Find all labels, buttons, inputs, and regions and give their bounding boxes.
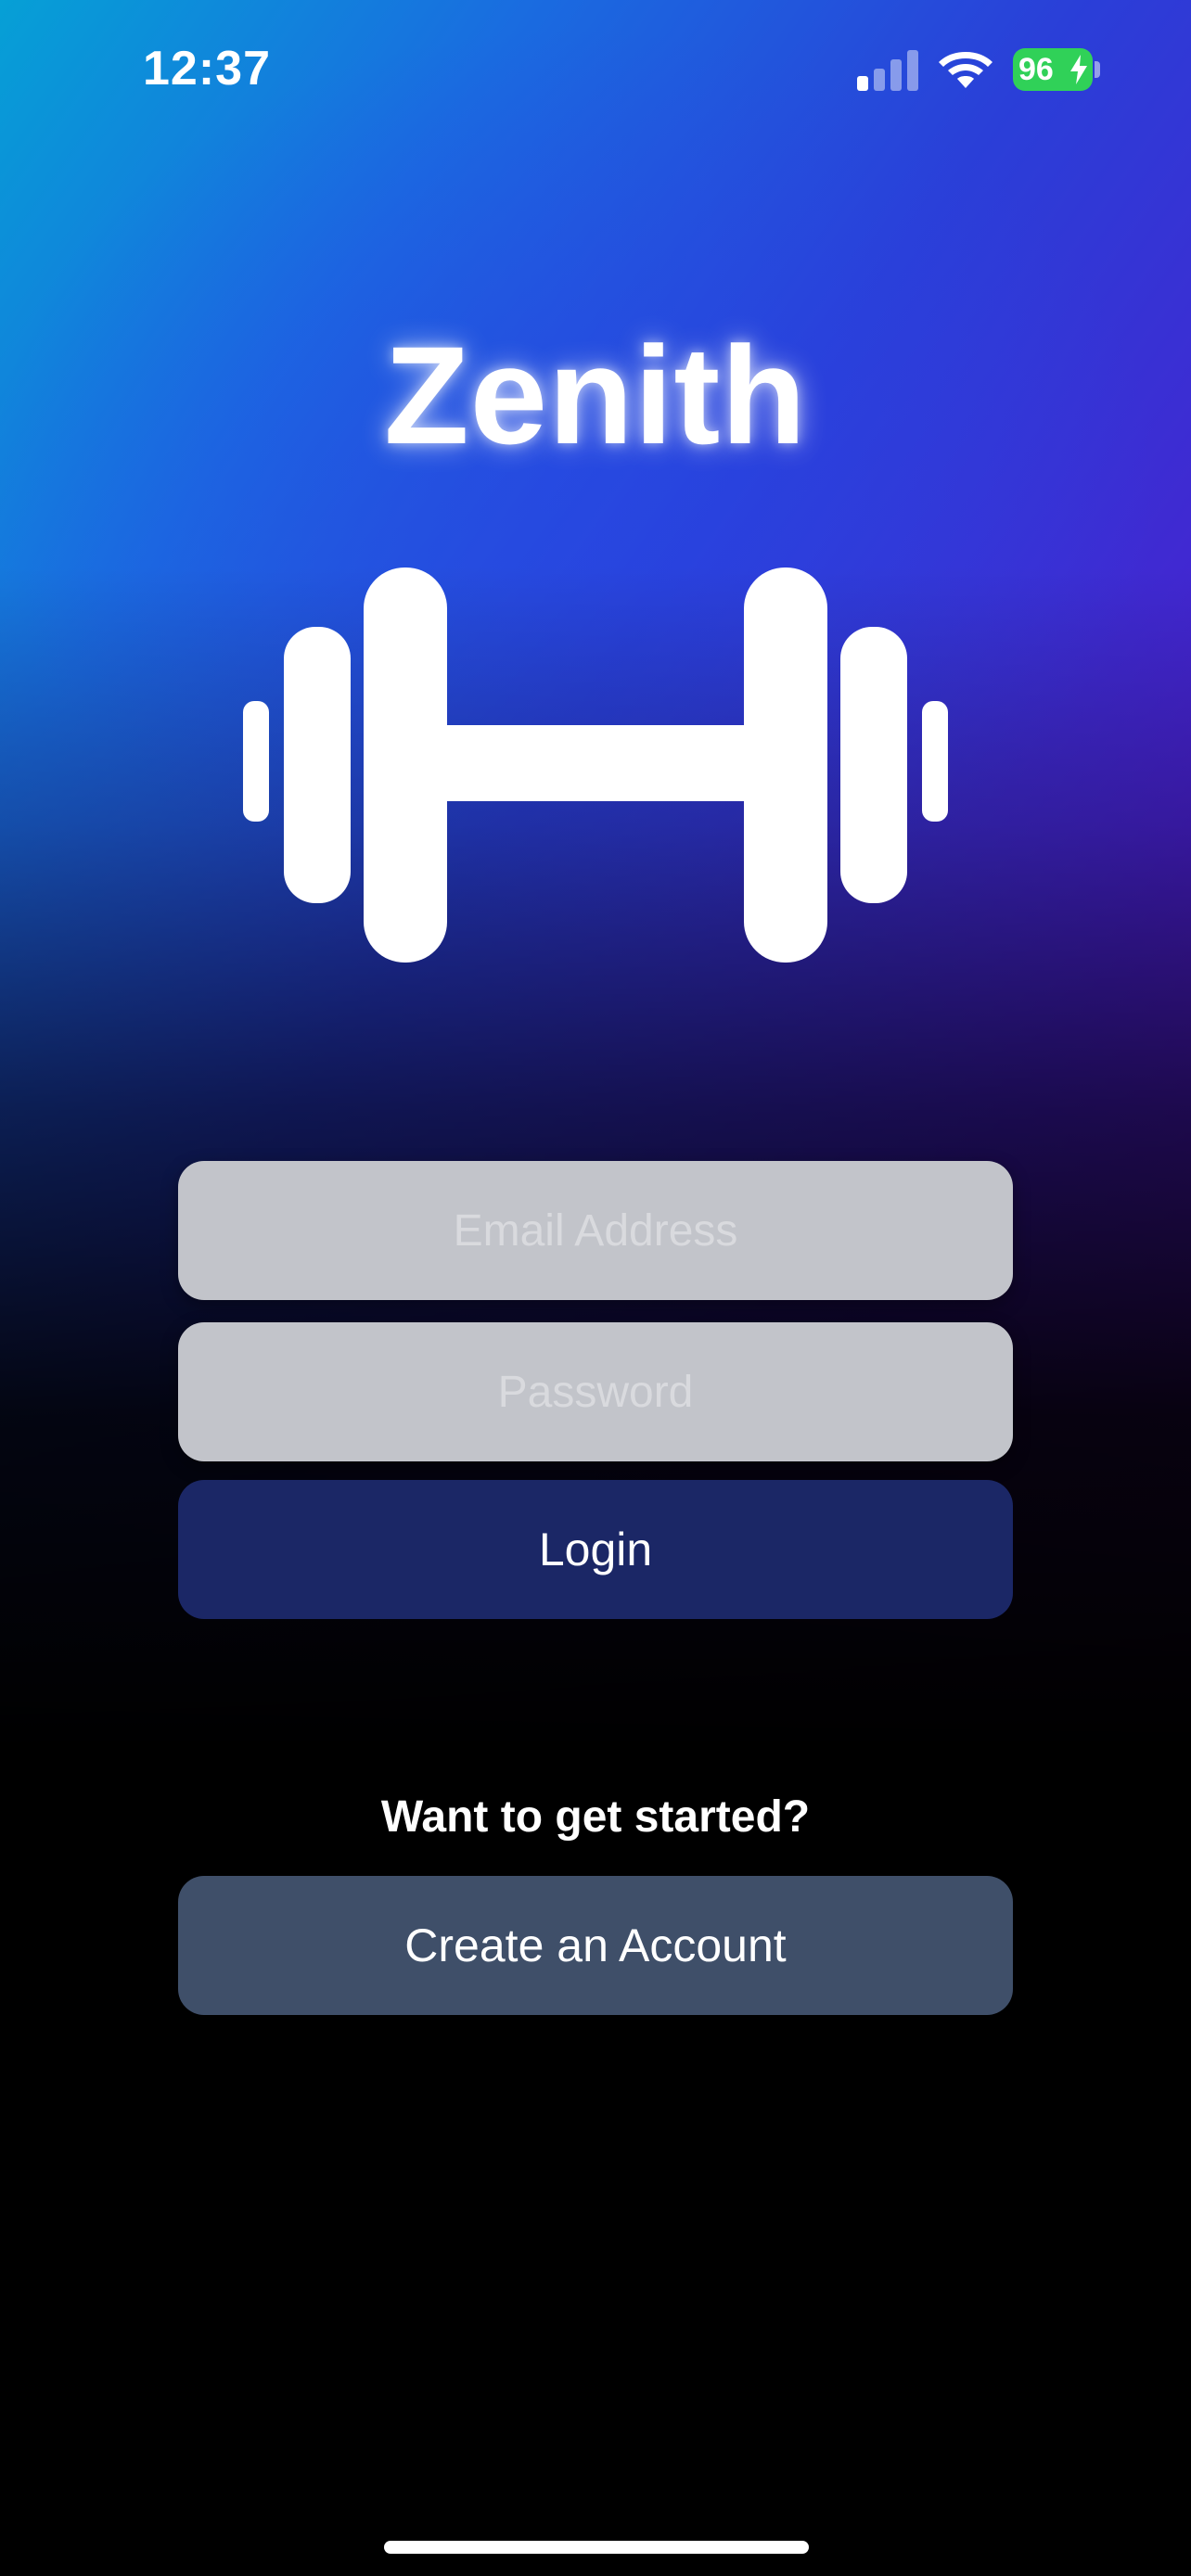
home-indicator[interactable] bbox=[384, 2541, 809, 2554]
email-field[interactable] bbox=[178, 1161, 1013, 1300]
battery-nub bbox=[1095, 61, 1100, 78]
dumbbell-icon bbox=[243, 567, 948, 963]
app-title: Zenith bbox=[384, 317, 807, 473]
cellular-signal-icon bbox=[857, 48, 918, 91]
wifi-icon bbox=[939, 52, 992, 88]
get-started-prompt: Want to get started? bbox=[380, 1792, 811, 1842]
status-time: 12:37 bbox=[143, 42, 271, 96]
battery-icon: 96 bbox=[1013, 48, 1093, 91]
login-button[interactable]: Login bbox=[178, 1480, 1013, 1619]
create-account-button[interactable]: Create an Account bbox=[178, 1876, 1013, 2015]
password-field[interactable] bbox=[178, 1322, 1013, 1461]
charging-bolt-icon bbox=[1070, 55, 1087, 84]
battery-level: 96 bbox=[1018, 52, 1054, 87]
status-bar: 12:37 96 bbox=[0, 0, 1191, 139]
